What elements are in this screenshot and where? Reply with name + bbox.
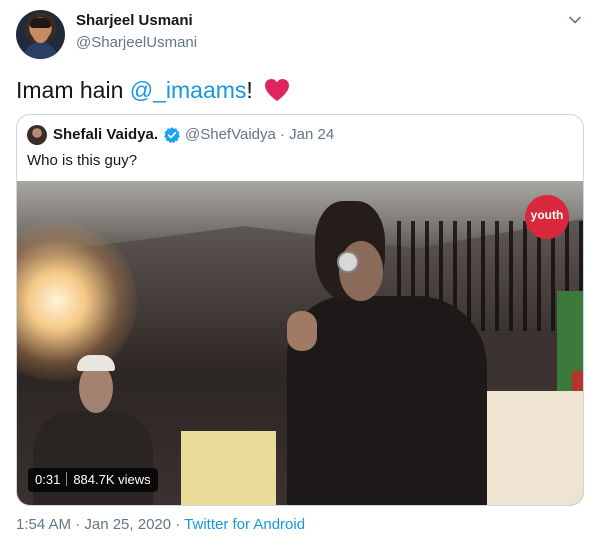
author-avatar[interactable]: [16, 10, 65, 59]
video-views: 884.7K views: [73, 472, 151, 487]
quoted-handle-date[interactable]: @ShefVaidya · Jan 24: [185, 126, 334, 143]
youth-logo-badge: youth: [525, 195, 569, 239]
tweet-text-start: Imam hain: [16, 77, 130, 103]
author-handle[interactable]: @SharjeelUsmani: [76, 34, 197, 51]
tweet-footer: 1:54 AM · Jan 25, 2020 · Twitter for And…: [16, 516, 305, 533]
quoted-author-name[interactable]: Shefali Vaidya.: [53, 126, 158, 143]
author-name[interactable]: Sharjeel Usmani: [76, 12, 193, 29]
video-player[interactable]: youth 0:31 884.7K views: [17, 181, 583, 505]
chevron-down-icon[interactable]: [567, 12, 583, 28]
quoted-author-avatar[interactable]: [27, 125, 47, 145]
tweet-text-end: !: [246, 77, 253, 103]
verified-badge-icon: [164, 127, 180, 144]
mention-link[interactable]: @_imaams: [130, 77, 247, 103]
video-stats-divider: [66, 472, 68, 486]
tweet-timestamp[interactable]: 1:54 AM · Jan 25, 2020 ·: [16, 516, 184, 533]
heart-emoji-icon: [265, 79, 290, 101]
quoted-tweet[interactable]: Shefali Vaidya. @ShefVaidya · Jan 24 Who…: [16, 114, 584, 506]
quoted-tweet-text: Who is this guy?: [27, 152, 138, 169]
video-sign: [483, 391, 583, 505]
tweet-source-link[interactable]: Twitter for Android: [184, 516, 305, 533]
tweet-text: Imam hain @_imaams!: [16, 76, 291, 104]
video-duration: 0:31: [35, 472, 61, 487]
video-poster: [181, 431, 276, 505]
video-speaker: [287, 201, 487, 505]
video-stats: 0:31 884.7K views: [28, 468, 158, 492]
tweet-card: Sharjeel Usmani @SharjeelUsmani Imam hai…: [0, 0, 596, 546]
